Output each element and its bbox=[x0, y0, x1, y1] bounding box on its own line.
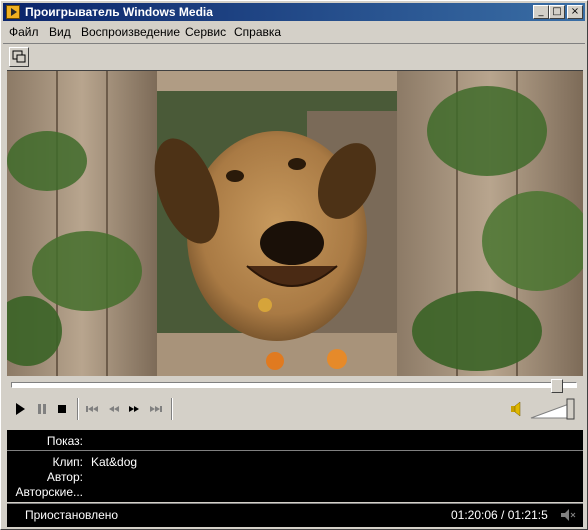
skip-back-icon[interactable] bbox=[83, 400, 101, 418]
menu-view[interactable]: Вид bbox=[49, 25, 71, 39]
menu-tools[interactable]: Сервис bbox=[185, 25, 226, 39]
compact-mode-button[interactable] bbox=[9, 47, 29, 67]
media-player-window: Проигрыватель Windows Media _ □ × Файл В… bbox=[0, 0, 588, 530]
skip-forward-icon[interactable] bbox=[147, 400, 165, 418]
rewind-icon[interactable] bbox=[105, 400, 123, 418]
menu-help-label: Справка bbox=[234, 25, 282, 39]
menu-help[interactable]: Справка bbox=[234, 25, 281, 39]
compact-mode-icon bbox=[12, 50, 26, 63]
fast-forward-icon[interactable] bbox=[125, 400, 143, 418]
menu-view-label: Вид bbox=[49, 25, 71, 39]
control-separator bbox=[77, 398, 79, 420]
toolbar bbox=[3, 43, 585, 70]
seek-bar[interactable] bbox=[11, 382, 577, 388]
clip-info-panel: Показ: Клип: Kat&dog Автор: Авторские... bbox=[7, 430, 583, 502]
copyright-label: Авторские... bbox=[15, 485, 83, 499]
menu-playback[interactable]: Воспроизведение bbox=[81, 25, 180, 39]
clip-label: Клип: bbox=[52, 455, 83, 469]
clip-value: Kat&dog bbox=[91, 455, 138, 469]
author-label: Автор: bbox=[46, 470, 83, 484]
window-title: Проигрыватель Windows Media bbox=[25, 5, 213, 19]
pause-icon[interactable] bbox=[33, 400, 51, 418]
minimize-button[interactable]: _ bbox=[533, 5, 549, 19]
status-bar: Приостановлено 01:20:06 / 01:21:5 bbox=[7, 503, 583, 527]
menu-tools-label: Сервис bbox=[185, 25, 227, 39]
volume-mini-icon bbox=[561, 509, 576, 521]
speaker-icon[interactable] bbox=[508, 400, 526, 418]
playback-state: Приостановлено bbox=[25, 508, 119, 522]
title-bar[interactable]: Проигрыватель Windows Media _ □ × bbox=[3, 3, 585, 21]
time-readout: 01:20:06 / 01:21:5 bbox=[451, 508, 548, 522]
close-button[interactable]: × bbox=[567, 5, 583, 19]
volume-slider[interactable] bbox=[529, 398, 579, 420]
play-icon[interactable] bbox=[11, 400, 29, 418]
video-frame-dog bbox=[7, 71, 583, 376]
menu-playback-label: Воспроизведение bbox=[81, 25, 181, 39]
seek-thumb[interactable] bbox=[551, 379, 563, 393]
control-separator bbox=[171, 398, 173, 420]
maximize-button[interactable]: □ bbox=[549, 5, 565, 19]
menu-file[interactable]: Файл bbox=[9, 25, 39, 39]
menu-file-label: Файл bbox=[9, 25, 39, 39]
stop-icon[interactable] bbox=[53, 400, 71, 418]
info-divider bbox=[7, 450, 583, 451]
show-label: Показ: bbox=[46, 434, 83, 448]
windows-media-icon[interactable] bbox=[6, 5, 20, 19]
menu-bar: Файл Вид Воспроизведение Сервис Справка bbox=[3, 22, 585, 42]
video-display[interactable] bbox=[7, 70, 583, 376]
